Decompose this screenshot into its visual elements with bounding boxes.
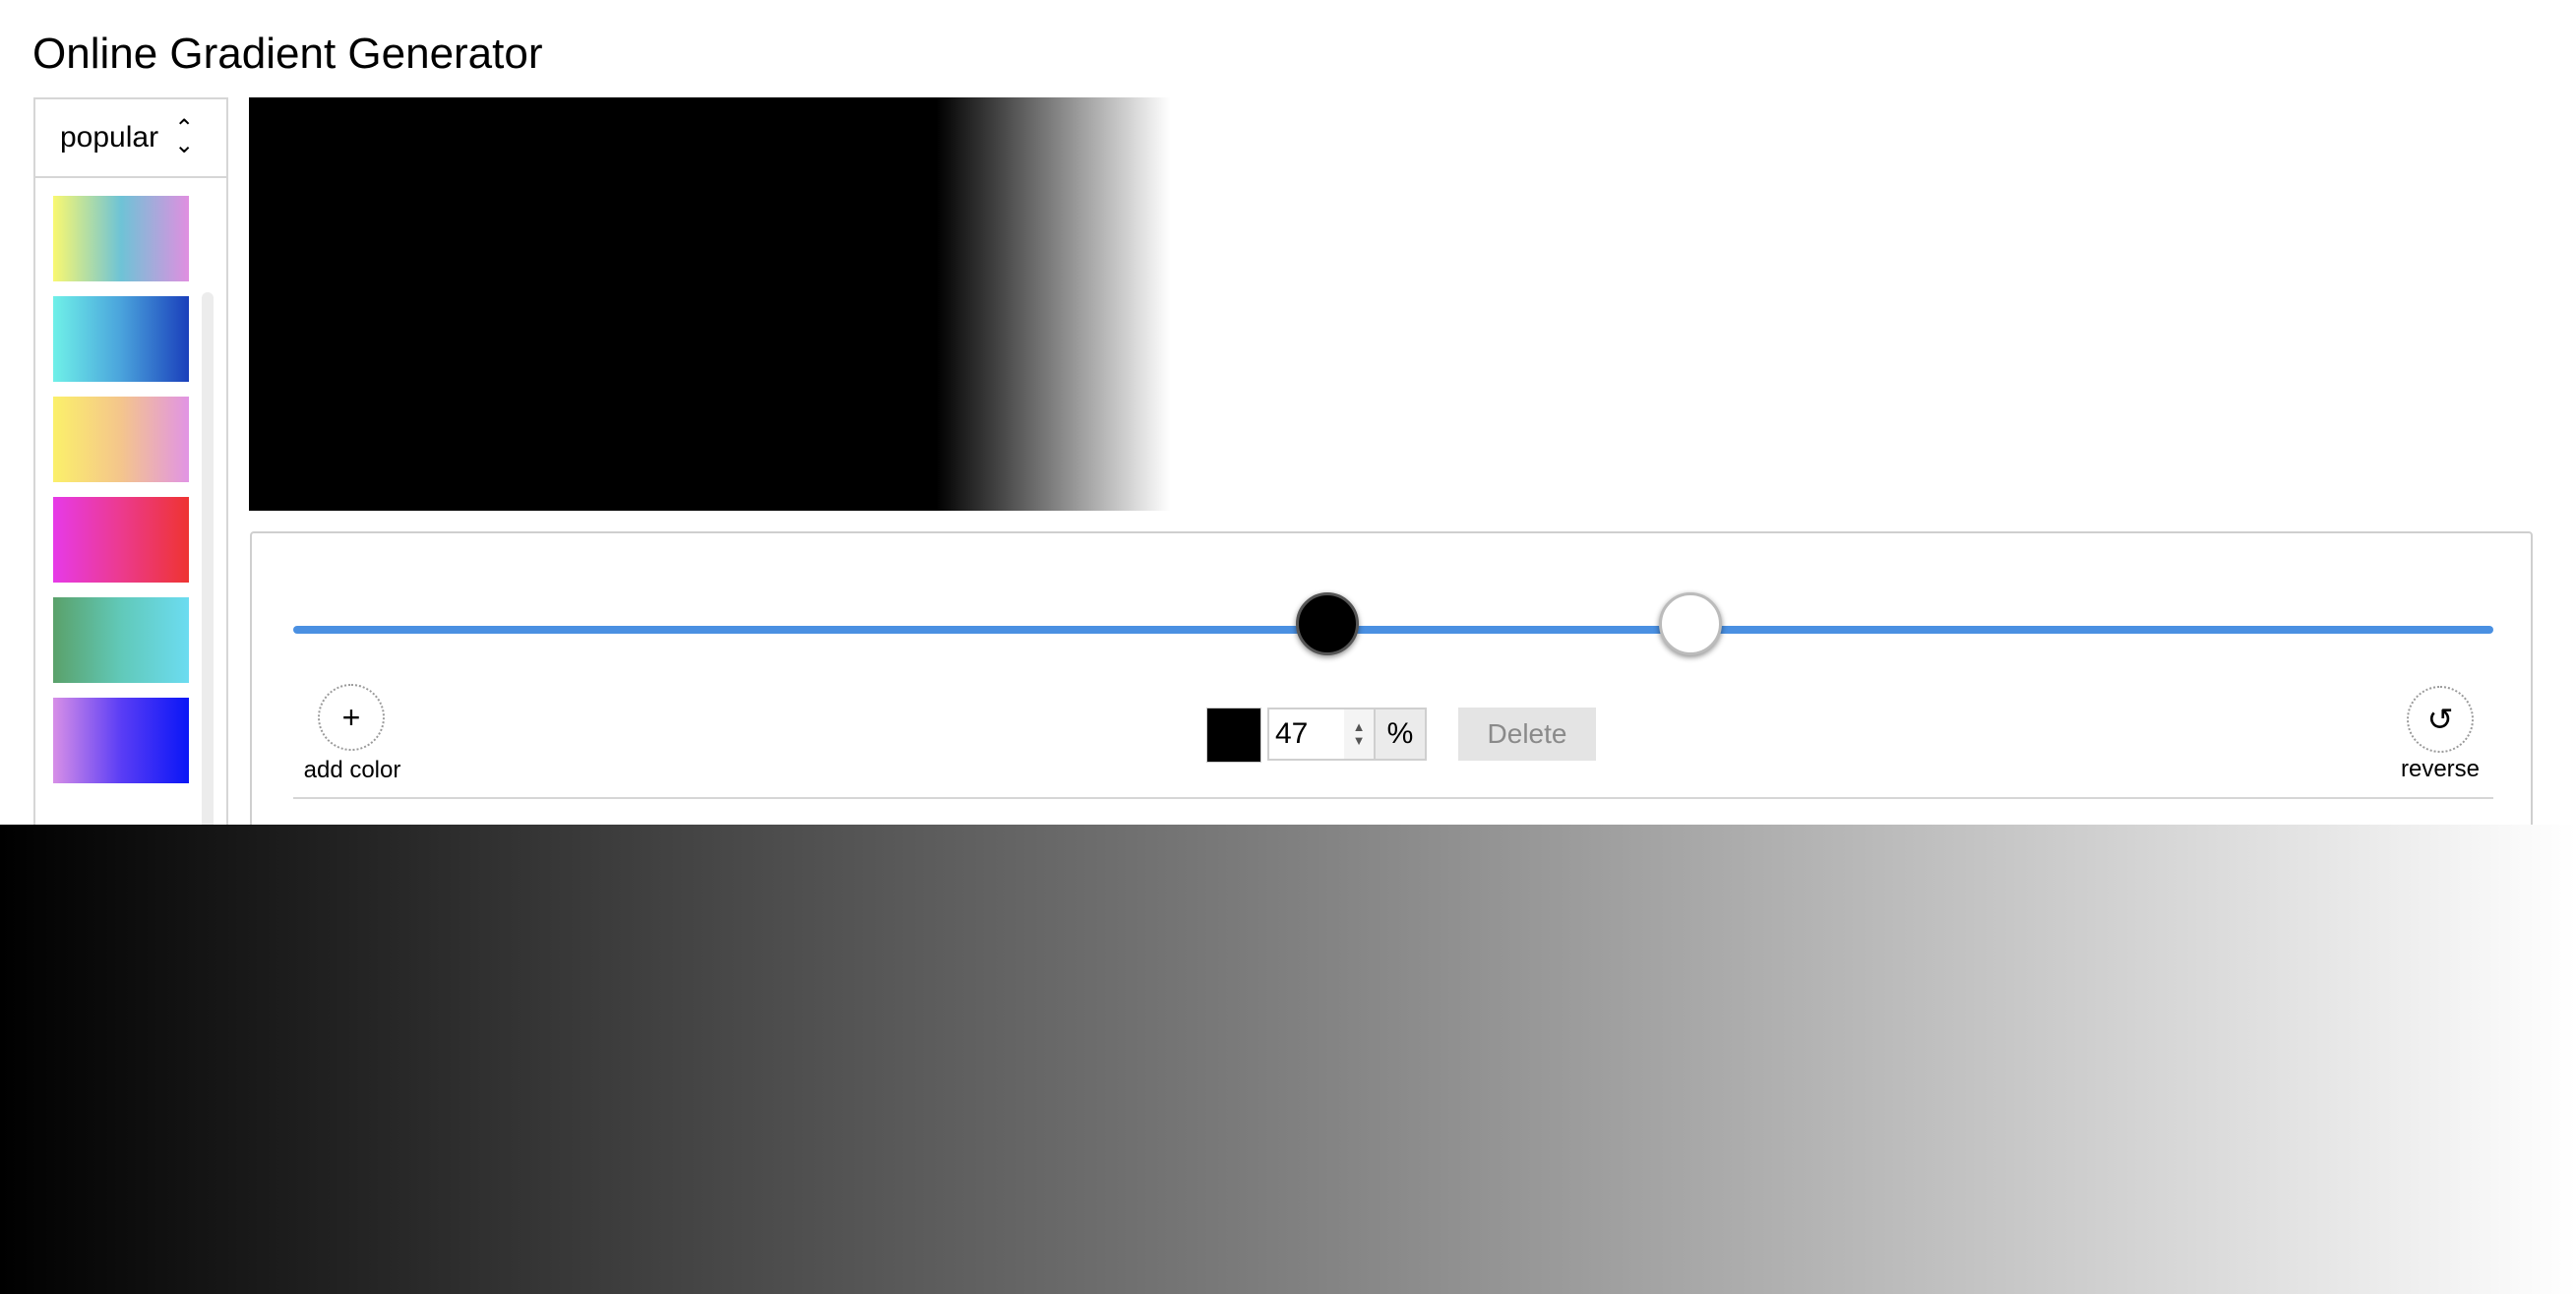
preset-swatch[interactable]	[53, 497, 189, 583]
add-color-button[interactable]: +	[318, 684, 385, 751]
select-arrows-icon: ⌃ ⌄	[174, 115, 195, 158]
preset-swatch[interactable]	[53, 698, 189, 783]
delete-stop-button[interactable]: Delete	[1458, 708, 1596, 761]
color-stop-handle-white[interactable]	[1659, 592, 1722, 655]
chevron-down-icon: ▼	[1352, 733, 1366, 748]
gradient-preview	[249, 97, 1711, 511]
preset-sidebar: popular ⌃ ⌄	[33, 97, 228, 845]
gradient-output-band	[0, 825, 2576, 1294]
panel-divider	[293, 797, 2493, 799]
preset-swatch[interactable]	[53, 397, 189, 482]
page: Online Gradient Generator popular ⌃ ⌄ + …	[0, 0, 2576, 1294]
chevron-up-icon: ▲	[1352, 718, 1366, 734]
stop-color-swatch[interactable]	[1206, 708, 1261, 763]
gradient-stop-track[interactable]	[293, 626, 2493, 634]
reverse-button[interactable]: ↺	[2407, 686, 2474, 753]
add-color-label: add color	[303, 757, 401, 783]
reverse-label: reverse	[2400, 756, 2481, 782]
stop-position-input[interactable]	[1269, 709, 1344, 759]
preset-swatch-list	[35, 178, 226, 783]
plus-icon: +	[341, 699, 361, 735]
preset-swatch[interactable]	[53, 597, 189, 683]
preset-category-select[interactable]: popular ⌃ ⌄	[35, 99, 226, 178]
preset-swatch[interactable]	[53, 196, 189, 281]
stop-position-field: ▲ ▼ %	[1267, 708, 1427, 761]
position-stepper[interactable]: ▲ ▼	[1344, 709, 1374, 759]
reverse-icon: ↺	[2426, 702, 2454, 737]
preset-swatch[interactable]	[53, 296, 189, 382]
gradient-control-panel: + add color ▲ ▼ % Delete ↺ reverse	[250, 531, 2533, 866]
preset-category-label: popular	[60, 121, 159, 154]
color-stop-handle-black[interactable]	[1296, 592, 1359, 655]
swatch-scrollbar[interactable]	[202, 292, 214, 843]
percent-unit-label: %	[1374, 709, 1425, 759]
page-title: Online Gradient Generator	[32, 30, 543, 78]
